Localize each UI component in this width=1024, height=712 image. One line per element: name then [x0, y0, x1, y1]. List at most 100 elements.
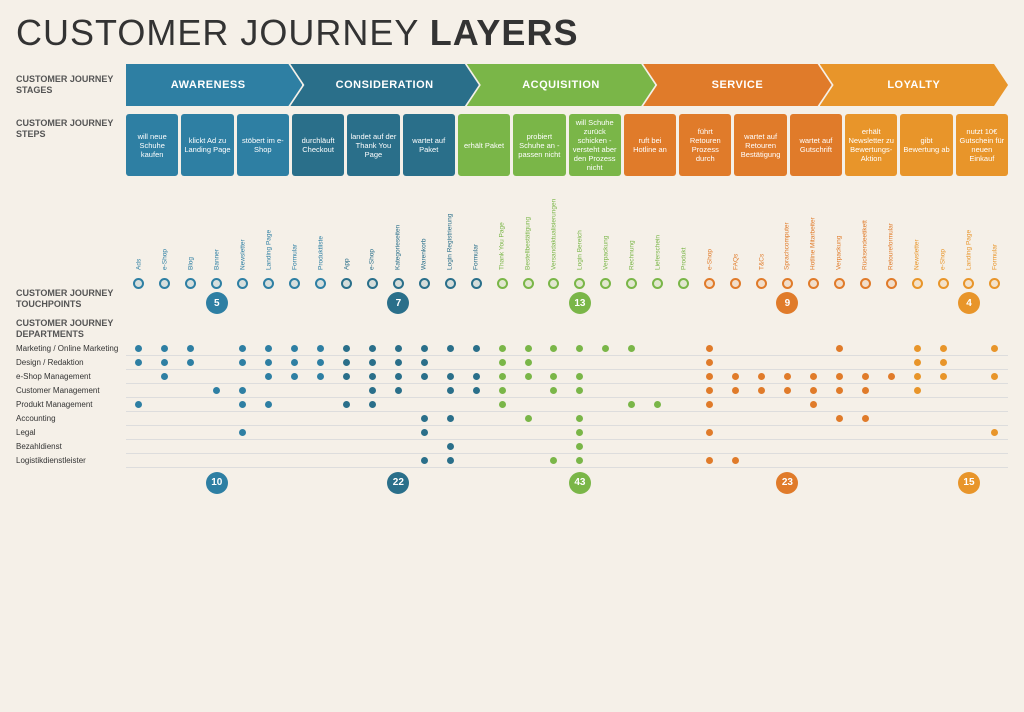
tp-dot-23: [730, 278, 741, 289]
dept-dot-cell-5-21: [671, 411, 697, 425]
tp-name-28: Rücksendeetikett: [852, 186, 878, 274]
dept-dot-0-2: [187, 345, 194, 352]
dept-dot-cell-6-5: [256, 425, 282, 439]
dept-dot-cell-2-14: [489, 369, 515, 383]
dept-dot-2-24: [758, 373, 765, 380]
tp-count-cell-25: 9: [774, 292, 800, 314]
dept-dot-cell-3-31: [930, 383, 956, 397]
tp-dot-26: [808, 278, 819, 289]
dept-dot-6-17: [576, 429, 583, 436]
dept-dot-5-28: [862, 415, 869, 422]
dept-dot-cell-5-31: [930, 411, 956, 425]
dept-dot-cell-2-31: [930, 369, 956, 383]
dept-dot-cell-8-26: [800, 453, 826, 467]
dept-dot-cell-6-23: [723, 425, 749, 439]
tp-dot-cell-8: [334, 274, 360, 292]
dept-dot-0-8: [343, 345, 350, 352]
dept-row-3: Customer Management: [16, 384, 1008, 398]
dept-dot-cell-1-9: [359, 355, 385, 369]
dept-dot-cell-5-7: [308, 411, 334, 425]
dept-dot-cell-6-16: [541, 425, 567, 439]
dept-dot-cell-6-19: [619, 425, 645, 439]
dept-name-6: Legal: [16, 428, 126, 437]
dept-dot-cell-4-24: [749, 397, 775, 411]
dept-dot-0-19: [628, 345, 635, 352]
dept-dot-4-19: [628, 401, 635, 408]
tp-dot-cell-7: [308, 274, 334, 292]
dept-dot-cell-8-6: [282, 453, 308, 467]
dept-dot-cell-8-17: [567, 453, 593, 467]
dept-dot-cell-3-18: [593, 383, 619, 397]
dept-dot-cell-0-25: [774, 341, 800, 355]
dept-dot-cell-1-25: [774, 355, 800, 369]
dept-dot-cell-8-14: [489, 453, 515, 467]
dept-dot-cell-6-25: [774, 425, 800, 439]
dept-dot-cell-7-30: [904, 439, 930, 453]
dept-dot-cell-2-25: [774, 369, 800, 383]
dept-dot-cell-0-17: [567, 341, 593, 355]
dept-dot-cell-4-12: [437, 397, 463, 411]
dept-dot-4-9: [369, 401, 376, 408]
dept-dot-cell-4-18: [593, 397, 619, 411]
dept-dot-cell-0-27: [826, 341, 852, 355]
dept-dot-1-22: [706, 359, 713, 366]
dept-dot-cell-8-8: [334, 453, 360, 467]
dept-dot-cell-1-15: [515, 355, 541, 369]
dept-dot-cell-5-17: [567, 411, 593, 425]
dept-dot-5-17: [576, 415, 583, 422]
step-box-11: wartet auf Retouren Bestätigung: [734, 114, 786, 176]
dept-dot-cell-4-22: [697, 397, 723, 411]
dept-dot-0-15: [525, 345, 532, 352]
dept-dot-2-23: [732, 373, 739, 380]
stage-arrow-4: LOYALTY: [820, 64, 1008, 106]
dept-dot-0-18: [602, 345, 609, 352]
dept-dot-4-5: [265, 401, 272, 408]
touchpoints-label-text: CUSTOMER JOURNEYTOUCHPOINTS: [16, 288, 126, 310]
dept-dot-cell-0-31: [930, 341, 956, 355]
tp-name-13: Formular: [463, 186, 489, 274]
tp-name-23: FAQs: [723, 186, 749, 274]
dept-dot-cell-6-30: [904, 425, 930, 439]
step-box-1: klickt Ad zu Landing Page: [181, 114, 233, 176]
dept-dot-cell-1-23: [723, 355, 749, 369]
dept-dot-cell-5-5: [256, 411, 282, 425]
step-box-5: wartet auf Paket: [403, 114, 455, 176]
dept-dot-cell-5-11: [411, 411, 437, 425]
dept-dot-cell-6-26: [800, 425, 826, 439]
dept-dot-cell-7-10: [385, 439, 411, 453]
dept-name-5: Accounting: [16, 414, 126, 423]
dept-dot-cell-8-29: [878, 453, 904, 467]
dept-dot-cell-1-8: [334, 355, 360, 369]
dept-name-4: Produkt Management: [16, 400, 126, 409]
dept-dot-cell-2-0: [126, 369, 152, 383]
dept-dot-cell-4-8: [334, 397, 360, 411]
departments-rows: Marketing / Online MarketingDesign / Red…: [16, 342, 1008, 468]
dept-dot-cell-4-11: [411, 397, 437, 411]
dept-dot-cell-8-25: [774, 453, 800, 467]
dept-dot-cell-7-13: [463, 439, 489, 453]
tp-dot-cell-28: [852, 274, 878, 292]
dept-dot-cell-2-9: [359, 369, 385, 383]
tp-dot-19: [626, 278, 637, 289]
dept-dot-cell-0-9: [359, 341, 385, 355]
dept-totals: 1022432315: [126, 472, 1008, 494]
dept-dot-0-17: [576, 345, 583, 352]
dept-dot-cell-0-30: [904, 341, 930, 355]
dept-dot-cell-8-9: [359, 453, 385, 467]
dept-dot-cell-5-32: [956, 411, 982, 425]
dept-dot-cell-6-28: [852, 425, 878, 439]
departments-label: CUSTOMER JOURNEYDEPARTMENTS: [16, 318, 126, 340]
dept-dot-cell-0-24: [749, 341, 775, 355]
dept-dot-cell-3-25: [774, 383, 800, 397]
tp-dot-8: [341, 278, 352, 289]
tp-dot-cell-27: [826, 274, 852, 292]
steps-boxes: will neue Schuhe kaufenklickt Ad zu Land…: [126, 114, 1008, 176]
dept-dot-cell-2-11: [411, 369, 437, 383]
tp-name-15: Bestellbestätigung: [515, 186, 541, 274]
dept-dot-cell-0-26: [800, 341, 826, 355]
step-box-8: will Schuhe zurück schicken - versteht a…: [569, 114, 621, 176]
dept-dot-cell-3-26: [800, 383, 826, 397]
dept-dot-cell-2-27: [826, 369, 852, 383]
tp-dot-21: [678, 278, 689, 289]
dept-dot-cell-0-28: [852, 341, 878, 355]
